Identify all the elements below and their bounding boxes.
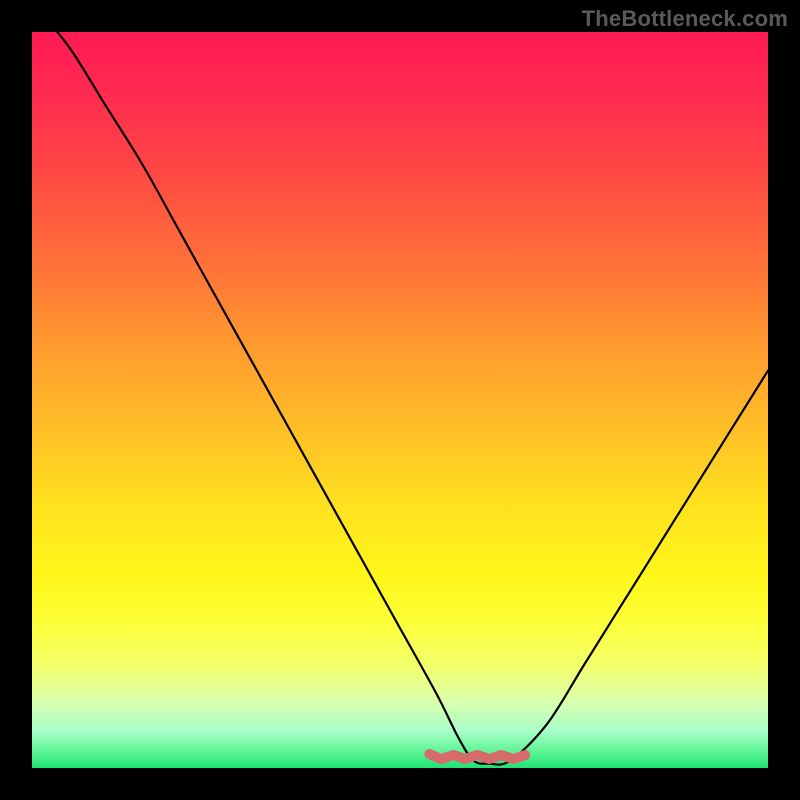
- bottleneck-curve: [32, 32, 768, 768]
- watermark-text: TheBottleneck.com: [582, 6, 788, 32]
- chart-plot-area: [32, 32, 768, 768]
